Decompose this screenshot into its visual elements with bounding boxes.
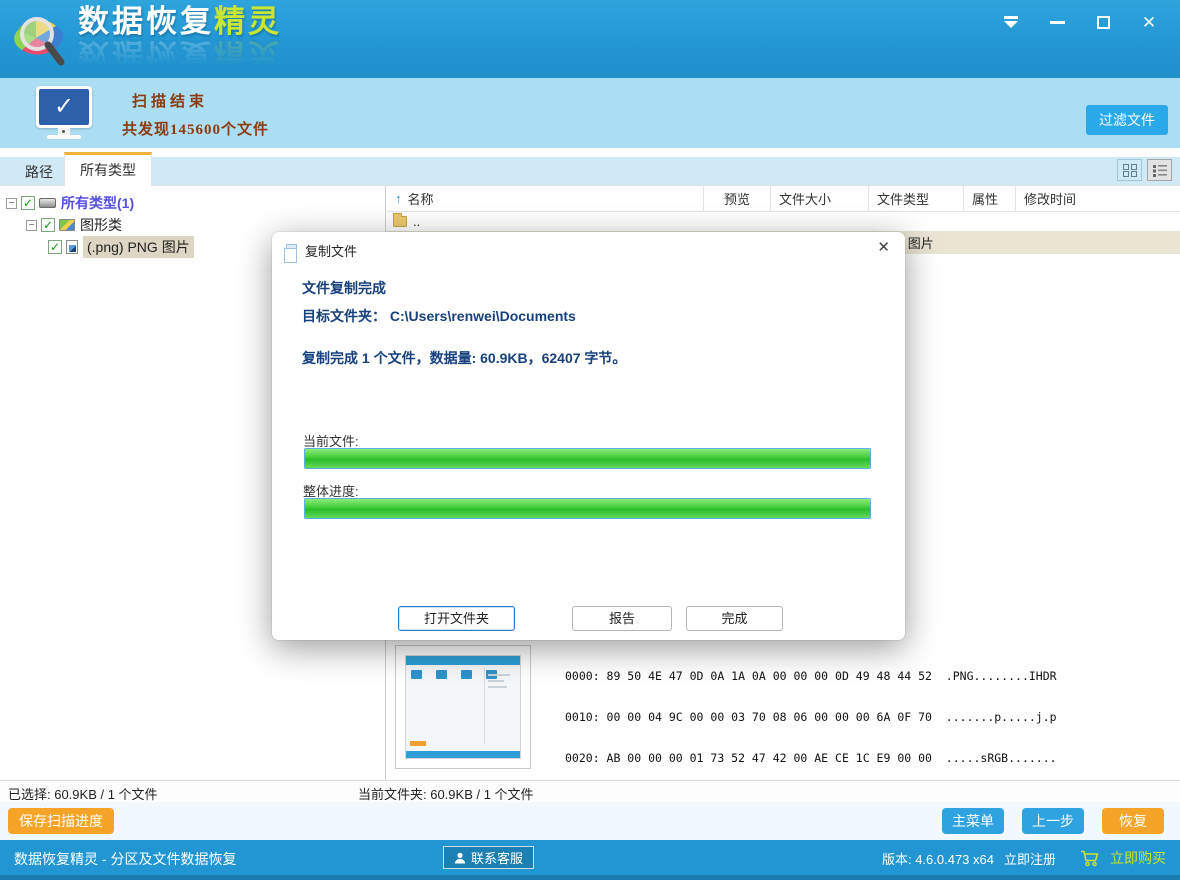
drive-icon (39, 198, 56, 208)
preview-thumbnail (395, 645, 531, 769)
overall-progress-fill (305, 499, 870, 518)
target-folder-path: C:\Users\renwei\Documents (390, 308, 576, 324)
window-controls: ✕ (1000, 12, 1160, 32)
app-title-main: 数据恢复 (78, 4, 214, 39)
column-header-preview[interactable]: 预览 (703, 186, 770, 211)
buy-now-link[interactable]: 立即购买 (1110, 848, 1166, 868)
target-folder-label: 目标文件夹： (302, 308, 386, 324)
register-link[interactable]: 立即注册 (1004, 849, 1056, 868)
png-file-type-icon (66, 240, 78, 254)
tab-strip: 路径 所有类型 (0, 148, 1180, 186)
tree-item-label: 图形类 (80, 215, 122, 235)
maximize-icon (1097, 16, 1110, 29)
dialog-title: 复制文件 (286, 241, 357, 260)
tree-expander-icon[interactable]: − (26, 220, 37, 231)
recover-button[interactable]: 恢复 (1102, 808, 1164, 834)
hex-line: 0020: AB 00 00 00 01 73 52 47 42 00 AE C… (565, 752, 1057, 766)
menu-dropdown-button[interactable] (1000, 12, 1022, 32)
close-button[interactable]: ✕ (1138, 12, 1160, 32)
minimize-button[interactable] (1046, 12, 1068, 32)
selected-summary: 已选择: 60.9KB / 1 个文件 (8, 784, 158, 803)
overall-progress-bar (304, 498, 871, 519)
image-category-icon (59, 219, 75, 231)
copy-summary-line: 复制完成 1 个文件，数据量: 60.9KB，62407 字节。 (302, 348, 626, 368)
filter-files-button[interactable]: 过滤文件 (1086, 105, 1168, 135)
table-row-parent-dir[interactable]: .. (387, 212, 1180, 231)
current-file-progress-fill (305, 449, 870, 468)
logo-magnifier-icon (12, 10, 66, 70)
tree-checkbox-graphics[interactable]: ✓ (41, 218, 55, 232)
current-folder-summary: 当前文件夹: 60.9KB / 1 个文件 (358, 784, 534, 803)
action-bar: 保存扫描进度 主菜单 上一步 恢复 (0, 802, 1180, 840)
tree-checkbox-all-types[interactable]: ✓ (21, 196, 35, 210)
footer-bottom-strip (0, 875, 1180, 880)
done-button[interactable]: 完成 (686, 606, 783, 631)
column-header-type[interactable]: 文件类型 (868, 186, 963, 211)
scan-status-subtitle: 共发现145600个文件 (122, 118, 269, 139)
scan-result-header: ✓ 扫描结束 共发现145600个文件 过滤文件 (0, 78, 1180, 148)
list-view-icon (1153, 164, 1167, 177)
maximize-button[interactable] (1092, 12, 1114, 32)
target-folder-line: 目标文件夹： C:\Users\renwei\Documents (302, 306, 576, 326)
app-title-accent: 精灵 (214, 4, 282, 39)
scan-status-title: 扫描结束 (132, 90, 208, 111)
footer-tagline: 数据恢复精灵 - 分区及文件数据恢复 (14, 849, 236, 869)
tree-checkbox-png[interactable]: ✓ (48, 240, 62, 254)
dialog-close-button[interactable]: ✕ (877, 240, 890, 255)
column-header-size[interactable]: 文件大小 (770, 186, 868, 211)
grid-view-button[interactable] (1117, 159, 1142, 181)
person-icon (454, 852, 466, 864)
previous-step-button[interactable]: 上一步 (1022, 808, 1084, 834)
cart-icon (1080, 850, 1100, 867)
view-toggles (1117, 159, 1172, 181)
column-header-mtime[interactable]: 修改时间 (1015, 186, 1180, 211)
hex-line: 0000: 89 50 4E 47 0D 0A 1A 0A 00 00 00 0… (565, 670, 1057, 684)
menu-dropdown-icon (1004, 16, 1018, 19)
scan-complete-monitor-icon: ✓ (36, 86, 92, 140)
tree-item-all-types[interactable]: − ✓ 所有类型(1) (0, 192, 385, 214)
folder-icon (393, 216, 407, 227)
current-file-progress-bar (304, 448, 871, 469)
hex-line: 0010: 00 00 04 9C 00 00 03 70 08 06 00 0… (565, 711, 1057, 725)
file-table-header: ↑ 名称 预览 文件大小 文件类型 属性 修改时间 (387, 186, 1180, 212)
footer-bar: 数据恢复精灵 - 分区及文件数据恢复 联系客服 版本: 4.6.0.473 x6… (0, 840, 1180, 875)
tree-expander-icon[interactable]: − (6, 198, 17, 209)
column-header-attr[interactable]: 属性 (963, 186, 1015, 211)
list-view-button[interactable] (1147, 159, 1172, 181)
copy-files-dialog: 复制文件 ✕ 文件复制完成 目标文件夹： C:\Users\renwei\Doc… (272, 232, 905, 640)
report-button[interactable]: 报告 (572, 606, 672, 631)
titlebar: 数据恢复精灵 数据恢复精灵 ✕ (0, 0, 1180, 78)
app-title-reflection: 数据恢复精灵 (78, 39, 282, 70)
copy-complete-message: 文件复制完成 (302, 278, 386, 298)
app-logo: 数据恢复精灵 数据恢复精灵 (12, 6, 282, 70)
footer-right: 版本: 4.6.0.473 x64 立即注册 立即购买 (882, 848, 1166, 868)
save-scan-progress-button[interactable]: 保存扫描进度 (8, 808, 114, 834)
open-folder-button[interactable]: 打开文件夹 (398, 606, 515, 631)
grid-view-icon (1123, 164, 1137, 177)
selection-status-bar: 已选择: 60.9KB / 1 个文件 当前文件夹: 60.9KB / 1 个文… (0, 780, 1180, 802)
close-icon: ✕ (1142, 14, 1156, 31)
contact-support-button[interactable]: 联系客服 (443, 846, 534, 869)
tab-all-types[interactable]: 所有类型 (64, 152, 152, 186)
tree-item-label: (.png) PNG 图片 (83, 236, 194, 258)
parent-dir-label: .. (413, 214, 420, 229)
version-label: 版本: 4.6.0.473 x64 (882, 849, 994, 868)
check-icon: ✓ (54, 95, 74, 119)
main-menu-button[interactable]: 主菜单 (942, 808, 1004, 834)
column-header-name[interactable]: ↑ 名称 (387, 186, 703, 211)
app-window: 数据恢复精灵 数据恢复精灵 ✕ ✓ 扫描结束 共发现145600个文件 过滤文件… (0, 0, 1180, 880)
tab-paths[interactable]: 路径 (10, 158, 68, 186)
minimize-icon (1050, 21, 1065, 24)
sort-up-icon: ↑ (395, 191, 402, 206)
app-title: 数据恢复精灵 (78, 6, 282, 37)
copy-file-icon (286, 244, 297, 257)
tree-item-label: 所有类型(1) (61, 193, 134, 213)
